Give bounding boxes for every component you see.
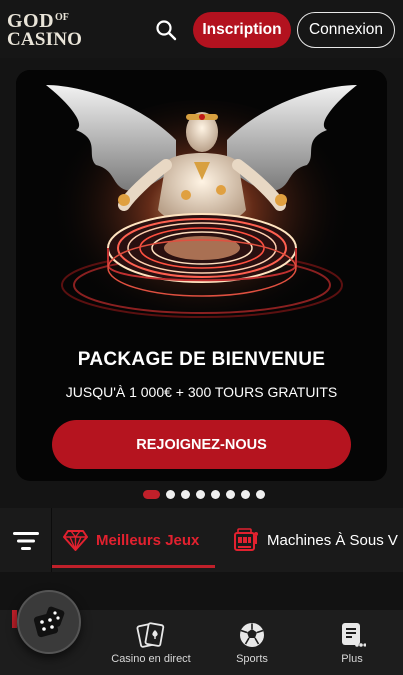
logo[interactable]: GOD OF CASINO <box>7 10 82 49</box>
nav-label: Casino en direct <box>111 653 191 665</box>
diamond-icon <box>63 530 88 551</box>
logo-line2: CASINO <box>7 29 83 50</box>
nav-label: Sports <box>236 653 268 665</box>
more-document-icon <box>337 621 367 649</box>
dice-icon <box>33 606 65 638</box>
join-button[interactable]: REJOIGNEZ-NOUS <box>52 420 351 469</box>
carousel-dot[interactable] <box>211 490 220 499</box>
carousel-dot[interactable] <box>241 490 250 499</box>
tab-best-games[interactable]: Meilleurs Jeux <box>63 508 215 572</box>
logo-line1: GOD <box>7 10 55 32</box>
slot-machine-icon <box>234 528 258 551</box>
dice-fab-button[interactable] <box>17 590 81 654</box>
carousel-dot[interactable] <box>166 490 175 499</box>
carousel-dot[interactable] <box>196 490 205 499</box>
divider <box>51 508 52 572</box>
nav-more[interactable]: Plus <box>322 610 382 675</box>
tab-label: Machines À Sous V <box>267 531 398 549</box>
filter-icon[interactable] <box>13 530 39 552</box>
promo-banner[interactable]: PACKAGE DE BIENVENUE JUSQU'À 1 000€ + 30… <box>16 70 387 481</box>
banner-subtitle: JUSQU'À 1 000€ + 300 TOURS GRATUITS <box>65 384 338 400</box>
top-header: GOD OF CASINO Inscription Connexion <box>0 0 403 58</box>
carousel-dot[interactable] <box>226 490 235 499</box>
nav-sports[interactable]: Sports <box>222 610 282 675</box>
nav-label: Plus <box>341 653 363 665</box>
banner-title: PACKAGE DE BIENVENUE <box>77 349 326 370</box>
logo-of: OF <box>55 12 69 23</box>
search-icon[interactable] <box>154 18 178 42</box>
tab-slot-machines[interactable]: Machines À Sous V <box>233 508 403 572</box>
carousel-pagination <box>143 490 265 499</box>
nav-live-casino[interactable]: Casino en direct <box>106 610 196 675</box>
playing-cards-icon <box>136 621 166 649</box>
carousel-dot[interactable] <box>181 490 190 499</box>
tab-label: Meilleurs Jeux <box>96 531 200 549</box>
carousel-dot-active[interactable] <box>143 490 160 499</box>
login-button[interactable]: Connexion <box>297 12 395 48</box>
signup-button[interactable]: Inscription <box>193 12 291 48</box>
category-bar: Meilleurs Jeux Machines À Sous V <box>0 508 403 572</box>
soccer-ball-icon <box>237 621 267 649</box>
active-tab-indicator <box>52 565 215 568</box>
carousel-dot[interactable] <box>256 490 265 499</box>
